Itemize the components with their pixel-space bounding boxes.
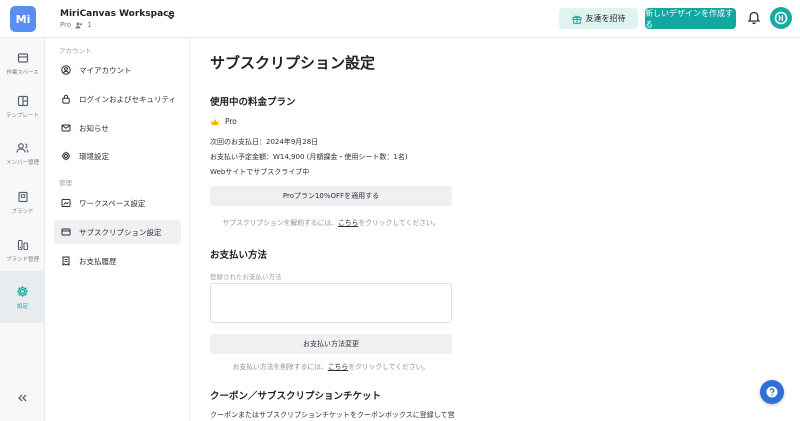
- create-design-label: 新しいデザインを作成する: [645, 8, 733, 29]
- section-account: アカウント: [59, 47, 92, 55]
- rail-item-label: ブランド: [11, 209, 34, 215]
- help-button[interactable]: [760, 380, 784, 404]
- change-payment-button[interactable]: お支払い方法変更: [210, 334, 452, 354]
- members-icon: [75, 22, 83, 28]
- user-logo-icon: [774, 11, 788, 25]
- cancel-note-text-after: をクリックしてください。: [358, 219, 440, 227]
- workspace-avatar[interactable]: Mi: [10, 6, 36, 32]
- receipt-icon: [62, 256, 70, 266]
- cancel-subscription-link[interactable]: こちら: [338, 219, 358, 227]
- rail-item-brand-manage[interactable]: ブランド管理: [0, 225, 45, 277]
- workspace-member-count: 1: [87, 21, 92, 29]
- nav-item-label: ログインおよびセキュリティ: [79, 94, 177, 104]
- rail-item-label: 設定: [16, 303, 28, 310]
- apply-discount-button[interactable]: Proプラン10%OFFを適用する: [210, 186, 452, 206]
- rail-item-members[interactable]: メンバー管理: [0, 128, 45, 180]
- expected-amount: お支払い予定金額：W14,900 (月額課金・使用シート数：1名): [210, 153, 408, 161]
- top-header: Mi MiriCanvas Workspace Pro 1 友達を招待 新しいデ…: [0, 0, 800, 38]
- left-rail: 作業スペース テンプレート メンバー管理 ブランド ブランド管理 設定: [0, 38, 45, 421]
- nav-item-notifications[interactable]: お知らせ: [54, 116, 181, 140]
- template-icon: [17, 95, 28, 107]
- rail-item-templates[interactable]: テンプレート: [0, 81, 45, 133]
- workspace-plan: Pro: [60, 21, 72, 29]
- nav-item-subscription-settings[interactable]: サブスクリプション設定: [54, 220, 181, 244]
- nav-item-label: 環境設定: [79, 151, 109, 161]
- collapse-icon[interactable]: [15, 391, 29, 405]
- rail-item-settings[interactable]: 設定: [0, 271, 45, 323]
- settings-nav: アカウント マイアカウント ログインおよびセキュリティ お知らせ 環境設定 管理…: [45, 38, 190, 421]
- bell-icon[interactable]: [747, 11, 761, 25]
- create-design-button[interactable]: 新しいデザインを作成する: [645, 8, 736, 29]
- user-avatar[interactable]: [770, 7, 792, 29]
- workspace-meta: Pro 1: [60, 21, 92, 29]
- nav-item-preferences[interactable]: 環境設定: [54, 144, 181, 168]
- nav-item-label: ワークスペース設定: [79, 198, 146, 208]
- cancel-note: サブスクリプションを解約するには、こちらをクリックしてください。: [210, 217, 452, 227]
- rail-item-label: ブランド管理: [5, 257, 39, 263]
- coupon-heading: クーポン／サブスクリプションチケット: [210, 391, 382, 402]
- rail-item-label: テンプレート: [6, 113, 39, 119]
- change-payment-label: お支払い方法変更: [303, 340, 359, 348]
- brand-manage-icon: [17, 239, 28, 251]
- nav-item-login-security[interactable]: ログインおよびセキュリティ: [54, 87, 181, 111]
- nav-item-workspace-settings[interactable]: ワークスペース設定: [54, 191, 181, 215]
- gift-icon: [572, 15, 581, 24]
- web-subscription-status: Webサイトでサブスクライブ中: [210, 168, 310, 176]
- nav-item-my-account[interactable]: マイアカウント: [54, 58, 181, 82]
- chevron-down-icon[interactable]: [165, 11, 177, 23]
- user-circle-icon: [61, 65, 71, 75]
- payment-method-heading: お支払い方法: [210, 250, 268, 261]
- next-payment-date: 次回のお支払日：2024年9月28日: [210, 138, 319, 146]
- registered-payment-label: 登録されたお支払い方法: [210, 273, 282, 281]
- gear-icon: [61, 151, 71, 161]
- current-plan-heading: 使用中の料金プラン: [210, 97, 296, 108]
- lock-icon: [62, 94, 70, 104]
- delete-payment-link[interactable]: こちら: [328, 363, 348, 371]
- delete-note-text: お支払い方法を削除するには、: [232, 363, 328, 371]
- section-manage: 管理: [59, 179, 72, 187]
- question-icon: [766, 386, 778, 398]
- coupon-text: クーポンまたはサブスクリプションチケットをクーポンボックスに登録して営: [210, 411, 455, 419]
- gear-icon: [17, 285, 28, 297]
- rail-item-label: メンバー管理: [5, 160, 39, 166]
- workspace-name[interactable]: MiriCanvas Workspace: [60, 9, 175, 19]
- mail-icon: [61, 124, 71, 132]
- folder-icon: [17, 53, 28, 63]
- crown-icon: [211, 118, 219, 125]
- nav-item-label: お支払履歴: [79, 256, 117, 266]
- rail-item-brand[interactable]: ブランド: [0, 177, 45, 229]
- cancel-note-text: サブスクリプションを解約するには、: [222, 219, 338, 227]
- delete-payment-note: お支払い方法を削除するには、こちらをクリックしてください。: [210, 361, 452, 371]
- apply-discount-label: Proプラン10%OFFを適用する: [282, 192, 380, 200]
- plan-name: Pro: [225, 117, 237, 126]
- invite-friends-label: 友達を招待: [585, 14, 626, 23]
- card-icon: [61, 228, 71, 236]
- nav-item-label: お知らせ: [79, 123, 109, 133]
- rail-item-label: 作業スペース: [6, 70, 39, 76]
- brand-icon: [17, 191, 28, 203]
- invite-friends-button[interactable]: 友達を招待: [559, 8, 638, 29]
- nav-item-label: サブスクリプション設定: [79, 227, 162, 237]
- delete-note-text-after: をクリックしてください。: [348, 363, 430, 371]
- payment-method-box: [210, 283, 452, 323]
- workspace-icon: [61, 199, 71, 207]
- nav-item-label: マイアカウント: [79, 65, 132, 75]
- plan-row: Pro: [210, 117, 237, 126]
- users-icon: [16, 143, 29, 153]
- main-content: サブスクリプション設定 使用中の料金プラン Pro 次回のお支払日：2024年9…: [190, 38, 800, 421]
- page-title: サブスクリプション設定: [210, 54, 376, 72]
- nav-item-payment-history[interactable]: お支払履歴: [54, 249, 181, 273]
